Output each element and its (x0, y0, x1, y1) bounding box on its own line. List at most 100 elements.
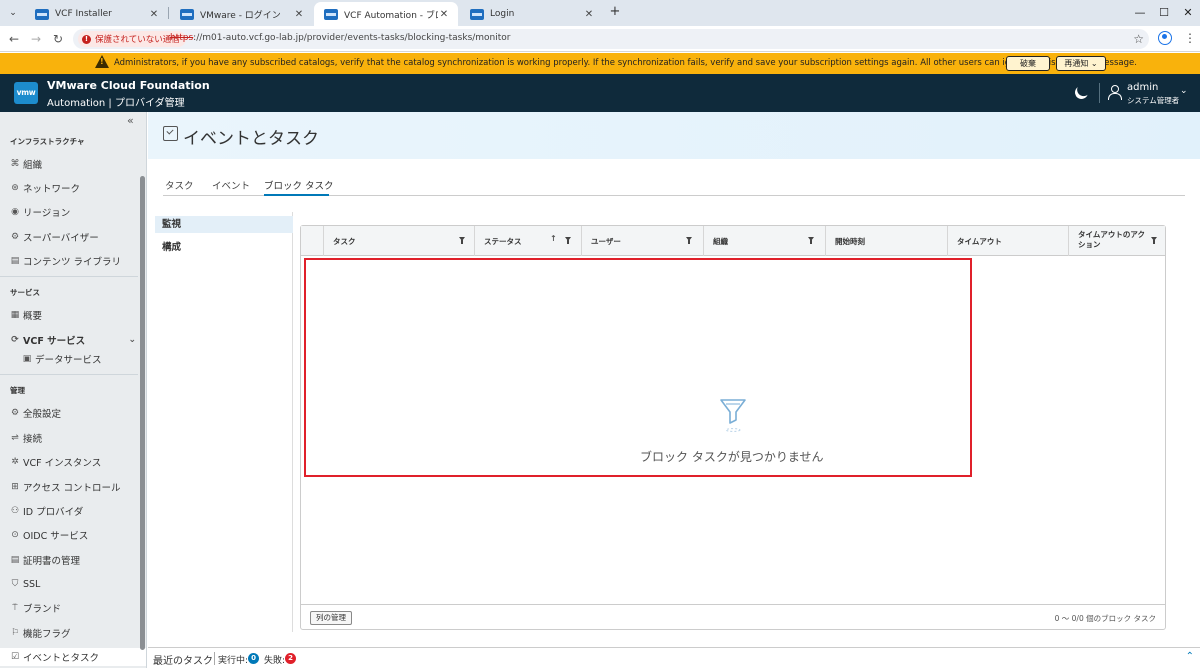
tab-blocking-tasks[interactable]: ブロック タスク (264, 178, 334, 196)
dismiss-button[interactable]: 破棄 (1006, 56, 1050, 71)
sidebar-item-id-providers[interactable]: ⚇ ID プロバイダ (10, 502, 136, 520)
browser-tab-vcf-installer[interactable]: VCF Installer ✕ (25, 2, 168, 26)
calendar-check-icon (163, 126, 178, 141)
sidebar-item-connections[interactable]: ⇌ 接続 (10, 429, 136, 447)
profile-icon[interactable] (1158, 31, 1172, 45)
filter-icon[interactable] (565, 237, 571, 244)
shield-icon: ⛉ (11, 579, 19, 589)
column-header-task[interactable]: タスク (323, 226, 474, 256)
sidebar-item-vcf-services[interactable]: ⟳ VCF サービス ⌄ (10, 331, 136, 349)
window-close-icon[interactable]: ✕ (1170, 0, 1200, 26)
dark-mode-moon-icon[interactable] (1073, 84, 1090, 101)
column-header-status[interactable]: ステータス ↑ (474, 226, 581, 256)
subnav-item-configure[interactable]: 構成 (155, 239, 293, 256)
chevron-down-icon[interactable]: ⌄ (1180, 86, 1188, 96)
user-icon[interactable] (1108, 85, 1122, 100)
sidebar-divider (0, 276, 138, 277)
sidebar-item-supervisor[interactable]: ⚙ スーパーバイザー (10, 228, 136, 246)
failed-count-badge[interactable]: 2 (285, 653, 296, 664)
remind-button[interactable]: 再通知 ⌄ (1056, 56, 1106, 71)
oidc-icon: ⊙ (11, 530, 19, 540)
filter-icon[interactable] (459, 237, 465, 244)
calendar-check-icon: ☑ (10, 652, 20, 662)
filter-icon[interactable] (1151, 237, 1157, 244)
sidebar-item-label: SSL (23, 578, 41, 590)
browser-tabstrip: ⌄ VCF Installer ✕ VMware - ログイン ✕ VCF Au… (0, 0, 1200, 26)
filter-icon[interactable] (808, 237, 814, 244)
close-icon[interactable]: ✕ (438, 9, 450, 20)
tab-events[interactable]: イベント (212, 178, 250, 196)
browser-menu-icon[interactable]: ⋮ (1184, 31, 1196, 45)
vmware-favicon-icon (180, 8, 194, 20)
browser-tab-login[interactable]: Login ✕ (460, 2, 603, 26)
sidebar-item-organizations[interactable]: ⌘ 組織 (10, 155, 136, 173)
connection-icon: ⇌ (11, 433, 19, 443)
sidebar-item-label: OIDC サービス (23, 531, 89, 542)
column-header-start-time[interactable]: 開始時刻 (825, 226, 947, 256)
subnav: 監視 構成 (155, 212, 293, 632)
sidebar-section-infrastructure: インフラストラクチャ (10, 137, 85, 146)
sidebar-item-label: ID プロバイダ (23, 507, 84, 518)
new-tab-plus-icon[interactable]: + (607, 4, 623, 20)
column-header-organization[interactable]: 組織 (703, 226, 825, 256)
sidebar-item-general-settings[interactable]: ⚙ 全般設定 (10, 404, 136, 422)
close-icon[interactable]: ✕ (293, 9, 305, 20)
tab-search-chevron-icon[interactable]: ⌄ (5, 5, 21, 21)
sidebar-item-overview[interactable]: ▦ 概要 (10, 306, 136, 324)
close-icon[interactable]: ✕ (583, 9, 595, 20)
bookmark-star-icon[interactable]: ☆ (1133, 32, 1144, 46)
column-label: タイムアウトのアクション (1078, 230, 1145, 249)
sidebar-item-branding[interactable]: ⍡ ブランド (10, 599, 136, 617)
column-label: ステータス (484, 237, 522, 246)
filter-icon[interactable] (686, 237, 692, 244)
sidebar-item-data-services[interactable]: ▣ データサービス (22, 350, 136, 368)
vmware-favicon-icon (35, 8, 49, 20)
sidebar-item-events-and-tasks[interactable]: ☑ イベントとタスク (0, 648, 146, 666)
expand-up-icon[interactable]: ⌃ (1186, 651, 1194, 662)
not-secure-label: 保護されていない通信 (95, 35, 180, 45)
sidebar-item-network[interactable]: ⊛ ネットワーク (10, 179, 136, 197)
header-divider (1099, 83, 1100, 103)
running-count-badge[interactable]: 0 (248, 653, 259, 664)
column-header-user[interactable]: ユーザー (581, 226, 703, 256)
org-icon: ⌘ (10, 159, 20, 169)
collapse-sidebar-icon[interactable]: « (127, 114, 134, 127)
recent-tasks-title[interactable]: 最近のタスク (153, 652, 213, 667)
url-scheme: https (170, 33, 194, 43)
sidebar-item-content-library[interactable]: ▤ コンテンツ ライブラリ (10, 252, 136, 270)
back-arrow-icon[interactable]: ← (6, 31, 22, 47)
sidebar-item-regions[interactable]: ◉ リージョン (10, 203, 136, 221)
services-icon: ⟳ (11, 335, 19, 345)
user-name[interactable]: admin (1127, 82, 1158, 93)
column-header-timeout-action[interactable]: タイムアウトのアクション (1068, 226, 1165, 256)
sidebar-item-label: イベントとタスク (23, 653, 100, 664)
sidebar-section-services: サービス (10, 288, 40, 297)
url-text[interactable]: https://m01-auto.vcf.go-lab.jp/provider/… (170, 33, 511, 43)
recent-tasks-bar[interactable]: 最近のタスク 実行中: 0 失敗: 2 ⌃ (148, 647, 1200, 668)
reload-icon[interactable]: ↻ (50, 31, 66, 47)
manage-columns-button[interactable]: 列の管理 (310, 611, 352, 625)
failed-label: 失敗: (264, 656, 286, 666)
region-icon: ◉ (11, 207, 19, 217)
tab-tasks[interactable]: タスク (165, 178, 194, 196)
sort-ascending-icon[interactable]: ↑ (550, 234, 557, 243)
sidebar-item-access-control[interactable]: ⊞ アクセス コントロール (10, 478, 136, 496)
sidebar-item-ssl[interactable]: ⛉ SSL (10, 575, 136, 593)
browser-tab-vmware-login[interactable]: VMware - ログイン ✕ (170, 2, 313, 26)
url-omnibox[interactable]: ! 保護されていない通信 https://m01-auto.vcf.go-lab… (73, 29, 1149, 49)
vmware-favicon-icon (470, 8, 484, 20)
sidebar-item-vcf-instances[interactable]: ✲ VCF インスタンス (10, 453, 136, 471)
forward-arrow-icon[interactable]: → (28, 31, 44, 47)
close-icon[interactable]: ✕ (148, 9, 160, 20)
subnav-item-monitor[interactable]: 監視 (155, 216, 293, 233)
column-header-timeout[interactable]: タイムアウト (947, 226, 1068, 256)
browser-tab-vcf-automation[interactable]: VCF Automation - ブロック タスク ✕ (314, 2, 458, 26)
sidebar-item-feature-flags[interactable]: ⚐ 機能フラグ (10, 624, 136, 642)
vmware-logo[interactable]: vmw (14, 82, 38, 104)
gear-icon: ⚙ (10, 232, 20, 242)
sidebar-scrollbar[interactable] (140, 176, 145, 650)
browser-tab-label: VMware - ログイン (200, 10, 281, 21)
sidebar-item-certificates[interactable]: ▤ 証明書の管理 (10, 551, 136, 569)
pagination-count: 0 ～ 0/0 個のブロック タスク (1054, 614, 1156, 623)
sidebar-item-oidc-services[interactable]: ⊙ OIDC サービス (10, 526, 136, 544)
